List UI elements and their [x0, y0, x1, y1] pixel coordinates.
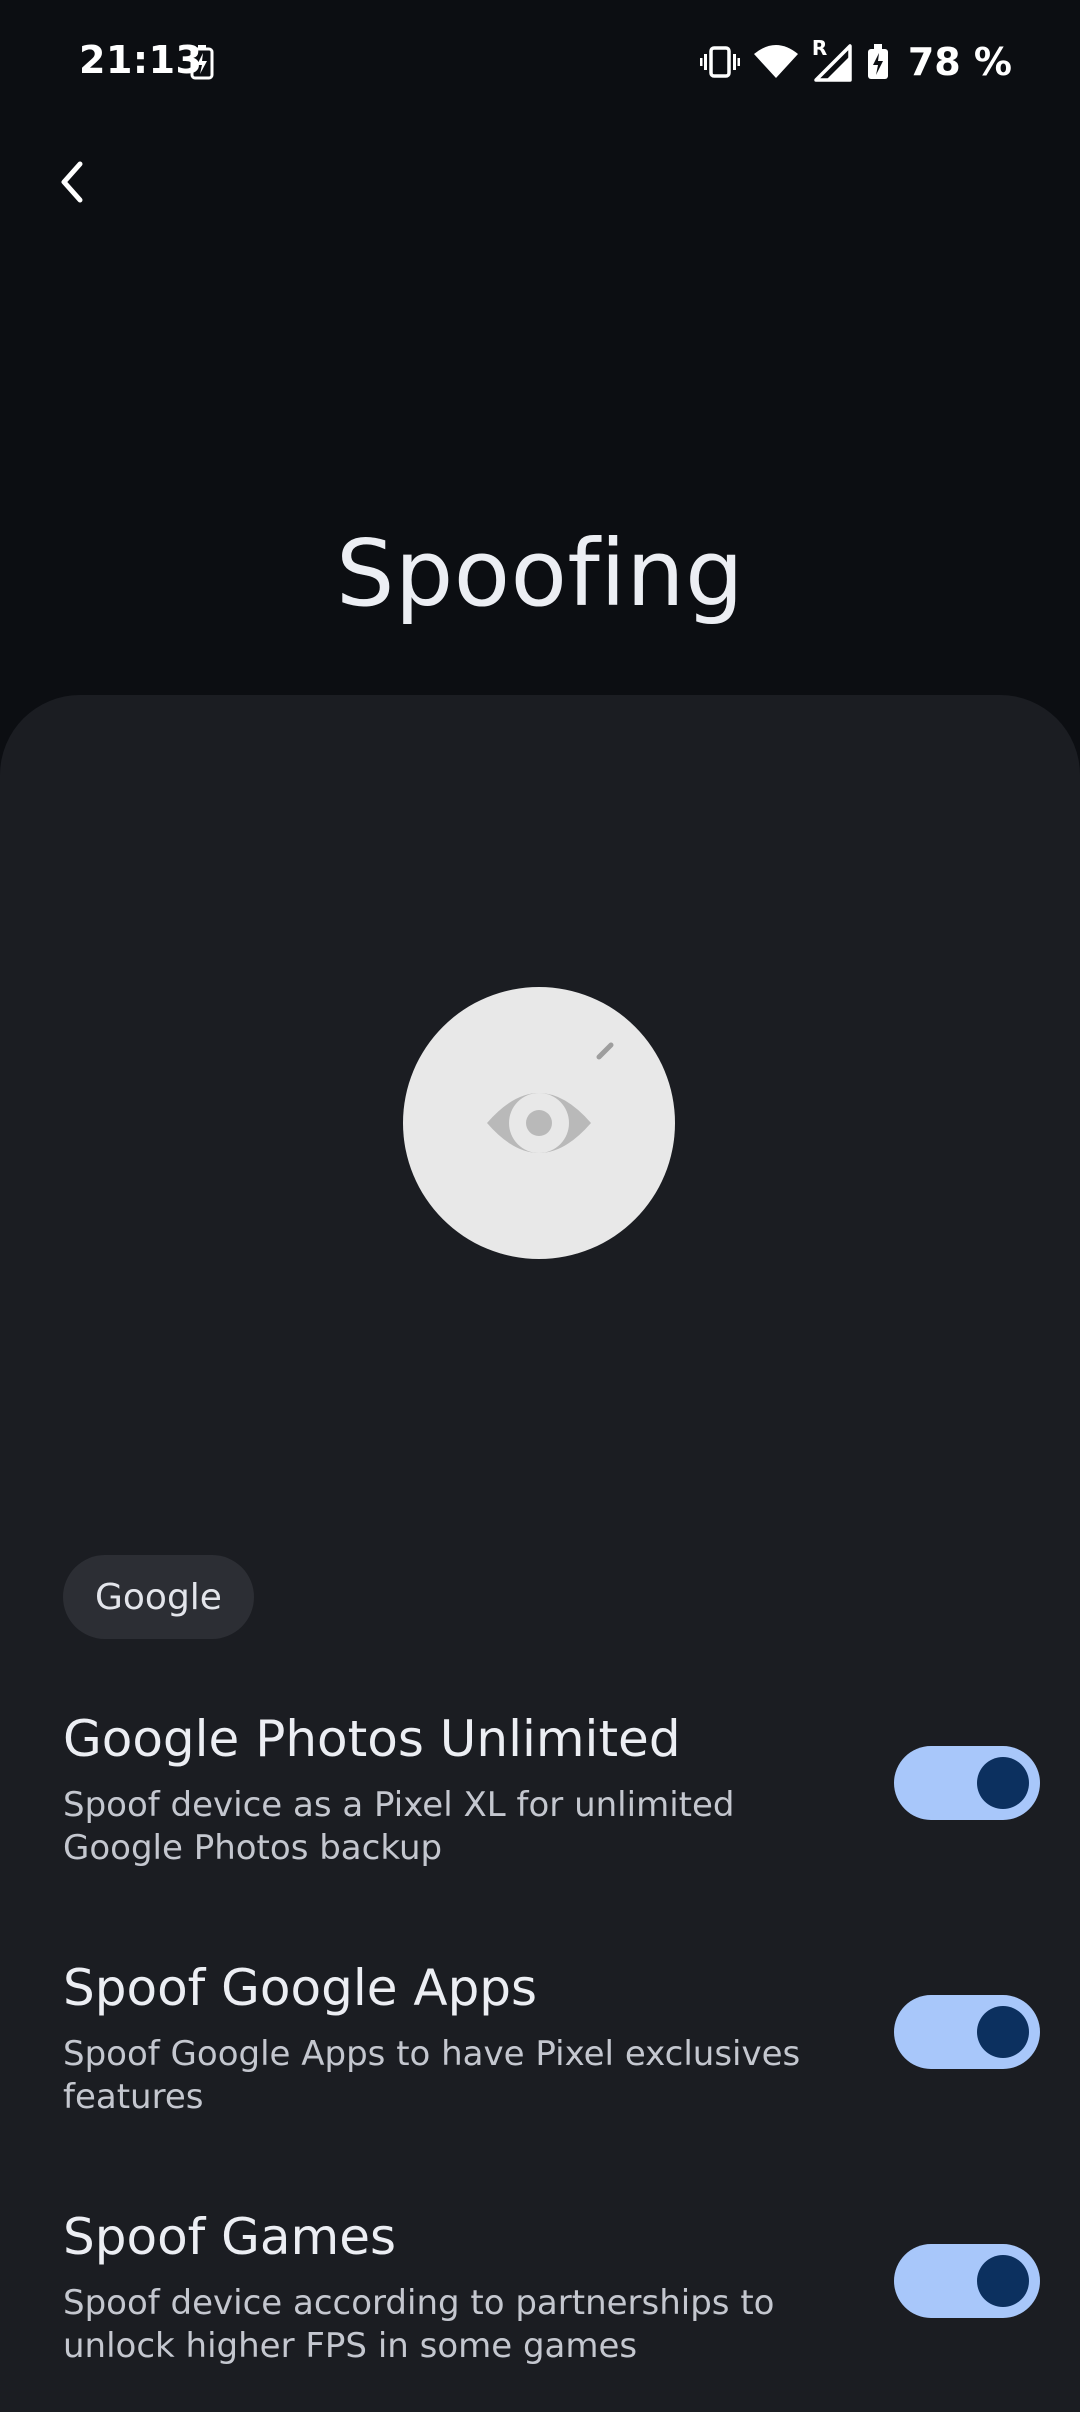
switch-thumb	[977, 2006, 1029, 2058]
category-label: Google	[95, 1576, 222, 1618]
eye-icon	[487, 1042, 614, 1153]
screen: 21:13 R 78 % Spoofing Google Google Phot…	[0, 0, 1080, 2412]
spoof-games-switch[interactable]	[894, 2244, 1040, 2318]
status-icons: R 78 %	[699, 36, 1012, 86]
cell-signal-icon	[814, 44, 852, 82]
settings-card: Google Google Photos Unlimited Spoof dev…	[0, 695, 1080, 2412]
setting-spoof-games[interactable]: Spoof Games Spoof device according to pa…	[63, 2208, 1040, 2398]
spoof-google-apps-switch[interactable]	[894, 1995, 1040, 2069]
setting-title: Spoof Games	[63, 2208, 397, 2266]
hero-illustration	[403, 987, 675, 1259]
setting-google-photos-unlimited[interactable]: Google Photos Unlimited Spoof device as …	[63, 1710, 1040, 1900]
status-time: 21:13	[79, 38, 203, 82]
page-title: Spoofing	[335, 520, 745, 627]
chevron-left-icon	[61, 161, 83, 203]
google-photos-unlimited-switch[interactable]	[894, 1746, 1040, 1820]
category-chip-google: Google	[63, 1555, 254, 1639]
setting-title: Spoof Google Apps	[63, 1959, 538, 2017]
switch-thumb	[977, 2255, 1029, 2307]
battery-percent: 78 %	[907, 40, 1012, 84]
setting-summary: Spoof Google Apps to have Pixel exclusiv…	[63, 2034, 801, 2117]
switch-thumb	[977, 1757, 1029, 1809]
setting-summary: Spoof device according to partnerships t…	[63, 2283, 775, 2366]
status-bar: 21:13 R 78 %	[0, 0, 1080, 124]
setting-title: Google Photos Unlimited	[63, 1710, 681, 1768]
cell-signal: R	[812, 36, 852, 82]
setting-spoof-google-apps[interactable]: Spoof Google Apps Spoof Google Apps to h…	[63, 1959, 1040, 2149]
setting-summary: Spoof device as a Pixel XL for unlimited…	[63, 1785, 735, 1868]
wifi-icon	[753, 45, 798, 78]
back-button[interactable]	[40, 150, 104, 214]
vibrate-icon	[699, 46, 740, 78]
battery-icon	[867, 44, 888, 79]
battery-charging-icon	[190, 45, 214, 80]
